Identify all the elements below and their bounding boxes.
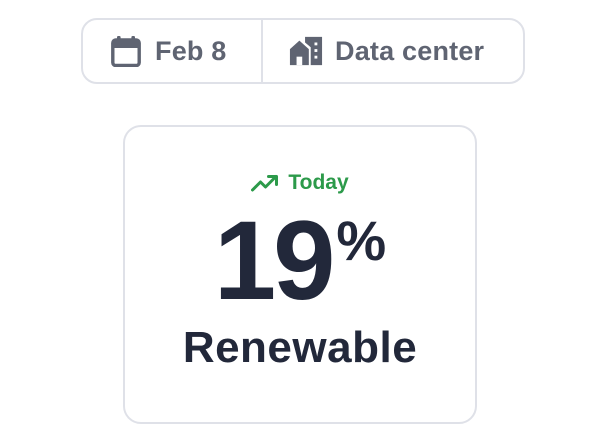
- building-icon: [289, 34, 323, 68]
- date-label: Feb 8: [155, 35, 227, 66]
- metric-value-row: 19 %: [125, 205, 475, 317]
- metric-unit: %: [336, 209, 387, 272]
- location-label: Data center: [335, 35, 485, 66]
- metric-value: 19: [213, 198, 336, 323]
- trend-indicator: Today: [125, 171, 475, 195]
- trend-label: Today: [288, 171, 349, 194]
- renewable-metric-card: Today 19 % Renewable: [123, 125, 477, 424]
- metric-label: Renewable: [182, 323, 418, 372]
- date-selector[interactable]: Feb 8: [83, 20, 261, 82]
- trending-up-icon: [251, 173, 279, 193]
- location-selector[interactable]: Data center: [263, 20, 523, 82]
- filter-bar: Feb 8 Data center: [81, 18, 525, 84]
- calendar-icon: [109, 34, 143, 68]
